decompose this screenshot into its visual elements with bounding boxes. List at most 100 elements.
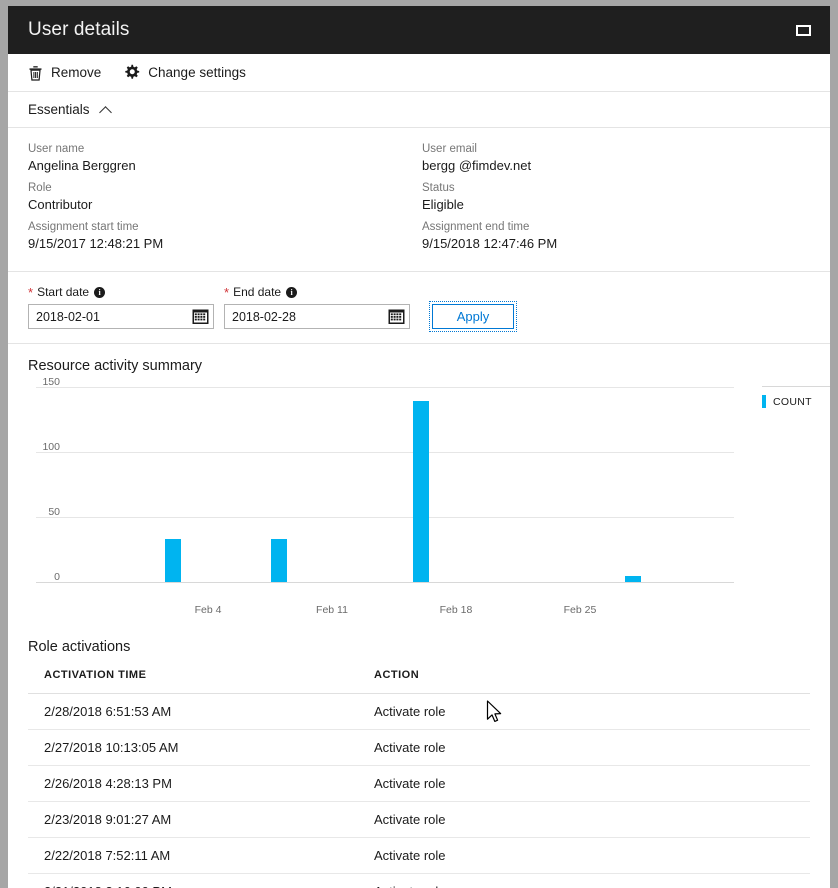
essentials-column-left: User name Angelina Berggren Role Contrib… xyxy=(8,142,418,259)
cell-activation-time: 2/28/2018 6:51:53 AM xyxy=(28,693,358,730)
y-axis-tick-label: 100 xyxy=(42,441,60,453)
table-row[interactable]: 2/23/2018 9:01:27 AM Activate role xyxy=(28,801,810,838)
cell-activation-time: 2/21/2018 3:16:00 PM xyxy=(28,873,358,888)
end-date-label: * End date i xyxy=(224,284,410,300)
required-marker: * xyxy=(28,284,34,300)
end-date-input[interactable] xyxy=(225,305,375,328)
start-date-group: * Start date i xyxy=(28,284,214,329)
info-icon[interactable]: i xyxy=(286,286,298,298)
legend-rule xyxy=(762,386,830,387)
table-row[interactable]: 2/21/2018 3:16:00 PMActivate role xyxy=(28,873,810,888)
field-value: Contributor xyxy=(28,197,93,212)
restore-glyph xyxy=(795,24,811,36)
chart-plot: 0 50 100 150 Feb 4 Feb 11 Feb 18 Feb 25 xyxy=(28,376,734,616)
end-date-field[interactable] xyxy=(224,304,410,329)
field-value: Eligible xyxy=(422,197,464,212)
apply-button[interactable]: Apply xyxy=(429,301,517,332)
calendar-icon[interactable] xyxy=(192,308,209,325)
remove-button[interactable]: Remove xyxy=(28,54,123,92)
page-title: User details xyxy=(28,19,130,40)
cell-action: Activate role xyxy=(358,837,810,874)
table-body: 2/28/2018 6:51:53 AM Activate role 2/27/20… xyxy=(28,693,810,888)
chart-bar[interactable] xyxy=(625,575,642,582)
cell-action: Activate role xyxy=(358,765,810,802)
start-date-label-text: Start date xyxy=(37,285,90,299)
field-label: Status xyxy=(422,182,455,194)
field-label: User email xyxy=(422,143,477,155)
cell-action: Activate role xyxy=(358,801,810,838)
start-date-field[interactable] xyxy=(28,304,214,329)
table-row[interactable]: 2/27/2018 10:13:05 AM Activate role xyxy=(28,729,810,766)
y-axis-tick-label: 150 xyxy=(42,376,60,388)
field-label: Role xyxy=(28,182,52,194)
essentials-column-right: User email bergg @fimdev.net Status Elig… xyxy=(418,142,828,259)
gridline xyxy=(36,452,734,453)
essentials-toggle[interactable]: Essentials xyxy=(8,92,830,128)
info-icon[interactable]: i xyxy=(94,286,106,298)
chart-area: 0 50 100 150 Feb 4 Feb 11 Feb 18 Feb 25 COUNT xyxy=(28,376,830,621)
field-value: 9/15/2018 12:47:46 PM xyxy=(422,236,558,251)
chevron-up-icon xyxy=(100,104,112,116)
field-label: Assignment start time xyxy=(28,221,139,233)
y-axis-tick-label: 0 xyxy=(54,571,60,583)
cell-action: Activate role xyxy=(358,693,810,730)
cell-action: Activate role xyxy=(358,873,810,888)
x-axis-tick-label: Feb 18 xyxy=(439,604,473,616)
legend-item-count[interactable]: COUNT xyxy=(762,395,830,408)
table-row[interactable]: 2/26/2018 4:28:13 PM Activate role xyxy=(28,765,810,802)
field-value: bergg @fimdev.net xyxy=(422,158,532,173)
role-activations-table: ACTIVATION TIME ACTION 2/28/2018 6:51:53… xyxy=(28,669,810,888)
chart-bar[interactable] xyxy=(270,539,287,582)
trash-icon xyxy=(28,65,43,81)
column-header-action[interactable]: ACTION xyxy=(358,669,810,694)
gridline xyxy=(36,517,734,518)
x-axis-tick-label: Feb 4 xyxy=(194,604,222,616)
cell-activation-time: 2/26/2018 4:28:13 PM xyxy=(28,765,358,802)
x-axis-tick-label: Feb 25 xyxy=(563,604,597,616)
resource-activity-chart-section: Resource activity summary 0 50 100 150 Feb 4… xyxy=(8,344,830,621)
gridline xyxy=(36,582,734,583)
start-date-input[interactable] xyxy=(29,305,179,328)
table-head: ACTIVATION TIME ACTION xyxy=(28,669,810,694)
cell-activation-time: 2/22/2018 7:52:11 AM xyxy=(28,837,358,874)
field-assignment-end-time: Assignment end time 9/15/2018 12:47:46 P… xyxy=(422,220,828,252)
chart-bar[interactable] xyxy=(164,539,181,582)
end-date-group: * End date i xyxy=(224,284,410,329)
calendar-icon[interactable] xyxy=(388,308,405,325)
field-status: Status Eligible xyxy=(422,181,828,213)
cell-activation-time: 2/23/2018 9:01:27 AM xyxy=(28,801,358,838)
y-axis-tick-label: 50 xyxy=(48,506,60,518)
essentials-label: Essentials xyxy=(28,102,90,117)
field-assignment-start-time: Assignment start time 9/15/2017 12:48:21… xyxy=(28,220,418,252)
table-header-row: ACTIVATION TIME ACTION xyxy=(28,669,810,694)
table-row[interactable]: 2/28/2018 6:51:53 AM Activate role xyxy=(28,693,810,730)
chart-title: Resource activity summary xyxy=(28,358,203,374)
field-value: Angelina Berggren xyxy=(28,158,136,173)
field-value: 9/15/2017 12:48:21 PM xyxy=(28,236,164,251)
field-label: User name xyxy=(28,143,85,155)
x-axis-tick-label: Feb 11 xyxy=(316,604,348,616)
restore-window-icon[interactable] xyxy=(790,17,816,43)
field-label: Assignment end time xyxy=(422,221,530,233)
gridline xyxy=(36,387,734,388)
column-header-activation-time[interactable]: ACTIVATION TIME xyxy=(28,669,358,694)
date-filter-row: * Start date i 2018-02-01 * End date i 2… xyxy=(8,272,830,344)
role-activations-title: Role activations xyxy=(28,639,131,655)
role-activations-section: Role activations ACTIVATION TIME ACTION … xyxy=(8,621,830,888)
table-row[interactable]: 2/22/2018 7:52:11 AM Activate role xyxy=(28,837,810,874)
window-titlebar: User details xyxy=(8,6,830,54)
user-details-window: User details Remove Change settings Esse… xyxy=(8,6,830,888)
chart-legend: COUNT xyxy=(762,386,830,408)
end-date-label-text: End date xyxy=(233,285,282,299)
start-date-label: * Start date i xyxy=(28,284,214,300)
field-role: Role Contributor xyxy=(28,181,418,213)
change-settings-button[interactable]: Change settings xyxy=(123,54,268,92)
chart-bar[interactable] xyxy=(412,401,429,582)
legend-swatch xyxy=(762,395,766,408)
gear-icon xyxy=(123,64,140,81)
field-user-email: User email bergg @fimdev.net xyxy=(422,142,828,174)
essentials-panel: User name Angelina Berggren Role Contrib… xyxy=(8,128,830,272)
cell-action: Activate role xyxy=(358,729,810,766)
required-marker: * xyxy=(224,284,230,300)
field-user-name: User name Angelina Berggren xyxy=(28,142,418,174)
